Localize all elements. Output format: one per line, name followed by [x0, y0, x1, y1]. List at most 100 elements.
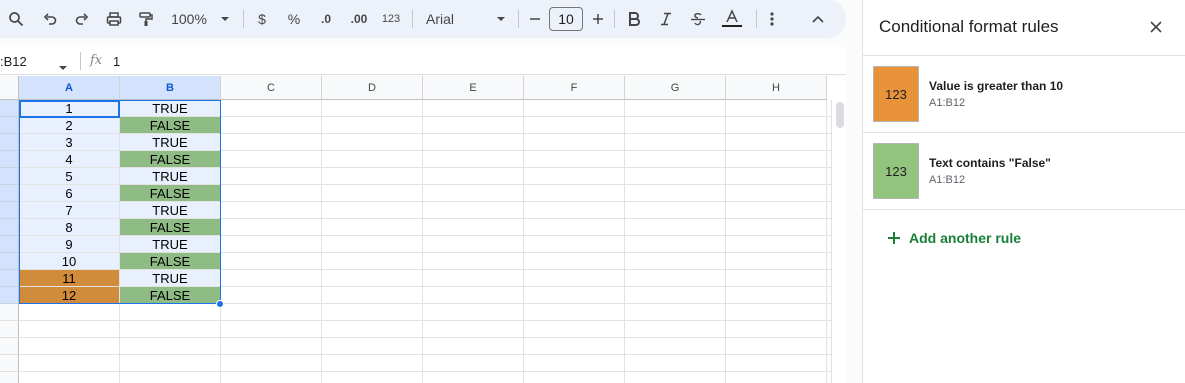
bold-icon[interactable]	[624, 0, 644, 38]
collapse-icon[interactable]	[808, 0, 828, 38]
toolbar: 100% $ % .0 .00 123 Arial 10	[0, 0, 846, 38]
grid-line	[221, 252, 831, 253]
more-icon[interactable]	[764, 0, 780, 38]
undo-icon[interactable]	[40, 0, 60, 38]
vertical-scrollbar[interactable]	[831, 100, 846, 383]
print-icon[interactable]	[104, 0, 124, 38]
row-header[interactable]	[0, 304, 19, 321]
scrollbar-thumb[interactable]	[836, 102, 844, 128]
column-header-e[interactable]: E	[423, 76, 524, 100]
cell-a10[interactable]: 10	[19, 253, 120, 270]
cell-b10[interactable]: FALSE	[120, 253, 221, 270]
currency-label: $	[258, 11, 266, 27]
rule-preview-swatch: 123	[873, 143, 919, 199]
row-header[interactable]	[0, 287, 19, 304]
column-header-h[interactable]: H	[726, 76, 827, 100]
grid-line	[19, 354, 831, 355]
name-box-value: :B12	[0, 53, 27, 69]
column-header-f[interactable]: F	[524, 76, 625, 100]
zoom-select[interactable]: 100%	[166, 0, 212, 38]
column-header-d[interactable]: D	[322, 76, 423, 100]
row-header[interactable]	[0, 151, 19, 168]
plus-icon[interactable]	[590, 0, 606, 38]
text-color-icon[interactable]	[720, 0, 744, 38]
cell-b2[interactable]: FALSE	[120, 117, 221, 134]
cell-b1[interactable]: TRUE	[120, 100, 221, 117]
rule-item[interactable]: 123 Value is greater than 10 A1:B12	[863, 56, 1185, 132]
row-header[interactable]	[0, 134, 19, 151]
cell-a4[interactable]: 4	[19, 151, 120, 168]
zoom-dropdown-icon[interactable]	[218, 0, 232, 38]
add-rule-button[interactable]: Add another rule	[887, 230, 1021, 246]
grid-line	[221, 218, 831, 219]
cell-a7[interactable]: 7	[19, 202, 120, 219]
cell-b7[interactable]: TRUE	[120, 202, 221, 219]
row-header[interactable]	[0, 202, 19, 219]
search-icon[interactable]	[6, 0, 26, 38]
column-header-b[interactable]: B	[120, 76, 221, 100]
close-icon[interactable]	[1146, 17, 1166, 37]
row-header[interactable]	[0, 117, 19, 134]
grid-line	[220, 100, 221, 383]
row-header[interactable]	[0, 355, 19, 372]
row-header[interactable]	[0, 236, 19, 253]
cell-a11[interactable]: 11	[19, 270, 120, 287]
row-header[interactable]	[0, 321, 19, 338]
rule-item[interactable]: 123 Text contains "False" A1:B12	[863, 133, 1185, 209]
row-header[interactable]	[0, 253, 19, 270]
row-header[interactable]	[0, 219, 19, 236]
sheet-grid[interactable]: A B C D E F G H 1 TRUE 2 FALSE 3 TRUE 4 FALSE 5 TRUE 6 FALS…	[0, 76, 846, 383]
cell-b6[interactable]: FALSE	[120, 185, 221, 202]
column-header-c[interactable]: C	[221, 76, 322, 100]
cell-a9[interactable]: 9	[19, 236, 120, 253]
row-header[interactable]	[0, 270, 19, 287]
fill-handle[interactable]	[216, 300, 224, 308]
column-header-g[interactable]: G	[625, 76, 726, 100]
font-name: Arial	[426, 11, 455, 27]
cell-b11[interactable]: TRUE	[120, 270, 221, 287]
row-header[interactable]	[0, 338, 19, 355]
currency-button[interactable]: $	[254, 0, 270, 38]
rule-title: Text contains "False"	[929, 156, 1051, 170]
redo-icon[interactable]	[72, 0, 92, 38]
column-header-a[interactable]: A	[19, 76, 120, 100]
font-dropdown-icon[interactable]	[494, 0, 508, 38]
strikethrough-icon[interactable]	[688, 0, 708, 38]
paint-format-icon[interactable]	[136, 0, 156, 38]
cell-a3[interactable]: 3	[19, 134, 120, 151]
cell-a5[interactable]: 5	[19, 168, 120, 185]
row-header[interactable]	[0, 372, 19, 383]
cell-b5[interactable]: TRUE	[120, 168, 221, 185]
row-header[interactable]	[0, 100, 19, 117]
name-box-dropdown-icon[interactable]	[58, 58, 68, 76]
row-header[interactable]	[0, 185, 19, 202]
italic-icon[interactable]	[656, 0, 676, 38]
percent-button[interactable]: %	[284, 0, 304, 38]
cell-b12[interactable]: FALSE	[120, 287, 221, 304]
zoom-value: 100%	[171, 11, 207, 27]
cell-a2[interactable]: 2	[19, 117, 120, 134]
decrease-decimal-button[interactable]: .0	[314, 0, 338, 38]
toolbar-divider	[614, 10, 615, 28]
minus-icon[interactable]	[527, 0, 543, 38]
toolbar-divider	[756, 10, 757, 28]
percent-label: %	[287, 11, 301, 27]
font-size-input[interactable]: 10	[549, 7, 583, 31]
select-all-corner[interactable]	[0, 76, 19, 100]
cell-a12[interactable]: 12	[19, 287, 120, 304]
row-header[interactable]	[0, 168, 19, 185]
cell-b9[interactable]: TRUE	[120, 236, 221, 253]
cell-b3[interactable]: TRUE	[120, 134, 221, 151]
increase-decimal-label: .00	[350, 12, 368, 26]
cell-b4[interactable]: FALSE	[120, 151, 221, 168]
increase-decimal-button[interactable]: .00	[346, 0, 372, 38]
grid-line	[221, 201, 831, 202]
formula-input[interactable]: 1	[113, 54, 120, 69]
grid-line	[221, 167, 831, 168]
cell-a6[interactable]: 6	[19, 185, 120, 202]
toolbar-divider	[412, 10, 413, 28]
cell-b8[interactable]: FALSE	[120, 219, 221, 236]
number-format-button[interactable]: 123	[380, 0, 402, 38]
cell-a8[interactable]: 8	[19, 219, 120, 236]
rule-preview-swatch: 123	[873, 66, 919, 122]
